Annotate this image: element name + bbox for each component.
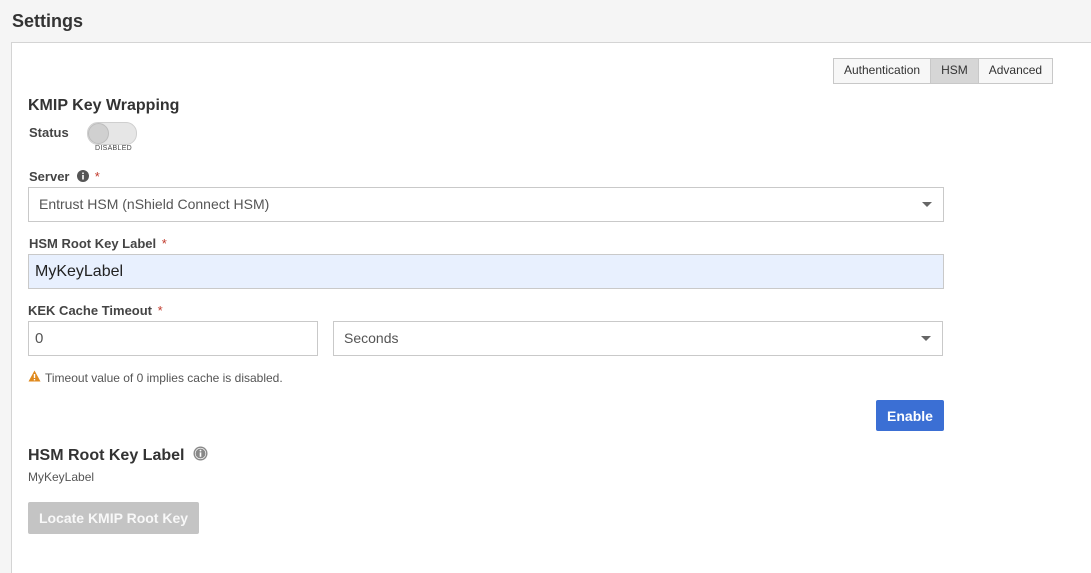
toggle-knob: [88, 123, 109, 144]
root-key-label-input[interactable]: MyKeyLabel: [28, 254, 944, 289]
enable-button[interactable]: Enable: [876, 400, 944, 431]
tab-advanced[interactable]: Advanced: [979, 59, 1052, 83]
kek-timeout-input[interactable]: 0: [28, 321, 318, 356]
server-label-text: Server: [29, 169, 70, 184]
page-title: Settings: [12, 11, 84, 31]
required-marker: *: [94, 169, 100, 184]
toggle-state-label: DISABLED: [95, 145, 133, 152]
settings-panel: [11, 42, 1091, 573]
warning-icon: [28, 370, 41, 385]
status-toggle[interactable]: [87, 122, 137, 145]
tab-authentication[interactable]: Authentication: [834, 59, 932, 83]
kek-field-label: KEK Cache Timeout *: [28, 303, 163, 318]
server-select[interactable]: Entrust HSM (nShield Connect HSM): [28, 187, 944, 222]
root-key-label-text: HSM Root Key Label: [29, 236, 157, 251]
info-icon[interactable]: [77, 170, 90, 185]
required-marker: *: [161, 236, 167, 251]
root-key-field-label: HSM Root Key Label *: [29, 236, 167, 251]
tab-hsm[interactable]: HSM: [931, 59, 979, 83]
info-icon[interactable]: [193, 446, 208, 466]
root-key-value: MyKeyLabel: [28, 470, 95, 484]
required-marker: *: [157, 303, 163, 318]
locate-root-key-button[interactable]: Locate KMIP Root Key: [28, 502, 199, 534]
kmip-section-title: KMIP Key Wrapping: [28, 97, 180, 114]
warning-text: Timeout value of 0 implies cache is disa…: [45, 370, 283, 385]
status-label: Status: [29, 125, 69, 140]
root-key-section-title: HSM Root Key Label: [28, 446, 208, 466]
timeout-warning: Timeout value of 0 implies cache is disa…: [28, 370, 283, 385]
root-key-section-title-text: HSM Root Key Label: [28, 447, 185, 465]
server-field-label: Server *: [29, 169, 100, 185]
settings-tabs: Authentication HSM Advanced: [833, 58, 1054, 84]
kek-unit-select[interactable]: Seconds: [333, 321, 943, 356]
kek-label-text: KEK Cache Timeout: [28, 303, 153, 318]
